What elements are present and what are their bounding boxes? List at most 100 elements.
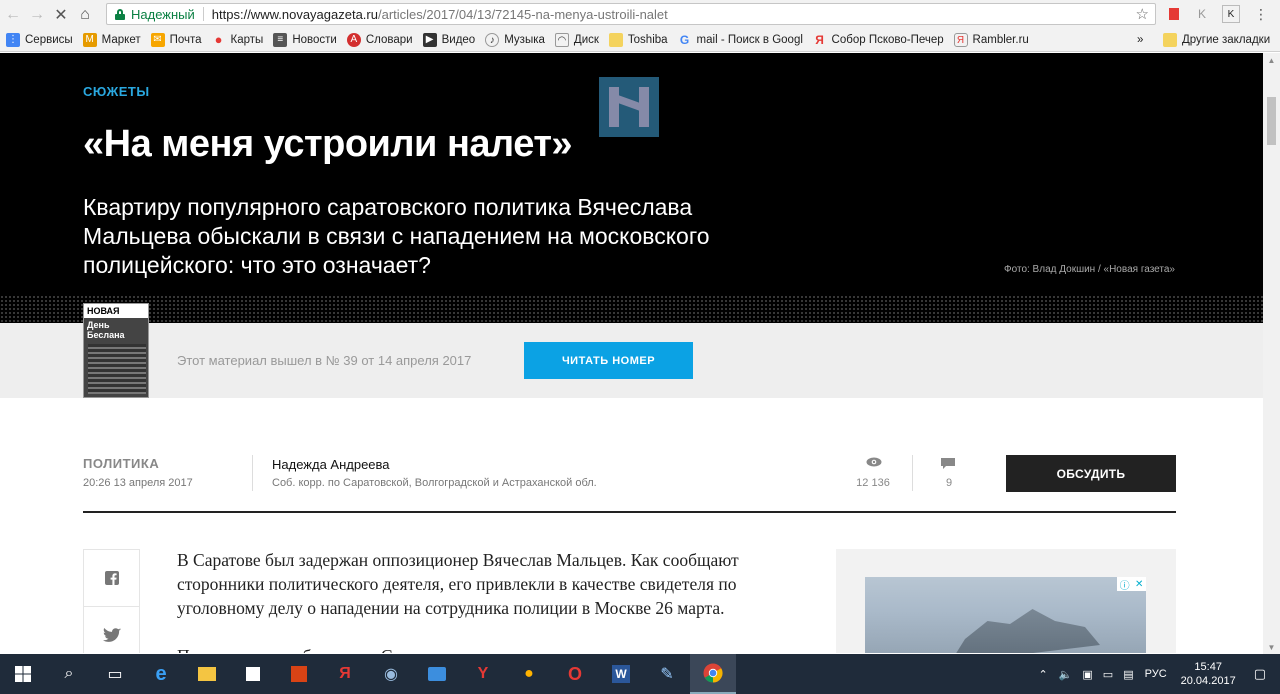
cover-masthead: НОВАЯ [84,304,148,318]
tray-app-icon[interactable]: ▣ [1082,668,1092,681]
market-icon: M [82,33,97,47]
bookmark-disk[interactable]: ◠ Диск [554,33,599,47]
stories-link[interactable]: СЮЖЕТЫ [83,84,150,99]
home-icon[interactable]: ⌂ [74,4,96,26]
article-body: В Саратове был задержан оппозиционер Вяч… [177,548,792,653]
tray-expand-icon[interactable]: ⌃ [1038,668,1047,681]
volume-icon[interactable]: 🔈 [1059,668,1073,681]
bookmark-services[interactable]: ⋮ Сервисы [6,33,73,47]
windows-taskbar: ⌕ ▭ e Я ◉ Y ● O W ✎ ⌃ 🔈 ▣ ▭ ▤ РУС 15:47 … [0,654,1280,694]
mail-icon: ✉ [150,33,165,47]
twitter-share-button[interactable] [84,607,139,653]
task-view-icon[interactable]: ▭ [92,654,138,694]
bookmark-toshiba[interactable]: Toshiba [608,33,668,47]
yandex-browser-icon[interactable]: Y [460,654,506,694]
bookmark-mail[interactable]: ✉ Почта [150,33,202,47]
omnibox-divider [202,7,204,21]
url-path: /articles/2017/04/13/72145-na-menya-ustr… [377,6,668,22]
media-player-icon[interactable] [276,654,322,694]
discuss-button[interactable]: ОБСУДИТЬ [1006,455,1176,492]
back-button[interactable]: ← [2,4,24,26]
bookmarks-overflow[interactable]: » [1137,34,1143,46]
share-panel [83,549,140,653]
yandex-taskbar-icon[interactable]: Я [322,654,368,694]
bookmark-news[interactable]: ≡ Новости [273,33,337,47]
cover-headline: День Беслана [87,320,125,340]
eye-icon [866,457,882,467]
k-square-extension-icon[interactable]: K [1222,5,1240,23]
scroll-down-icon[interactable]: ▼ [1263,640,1280,654]
bookmark-dictionaries[interactable]: A Словари [346,33,413,47]
folder-icon [1163,33,1177,47]
opera-icon[interactable]: O [552,654,598,694]
novaya-logo-icon[interactable] [599,77,659,137]
scroll-up-icon[interactable]: ▲ [1263,53,1280,67]
bookmark-star-icon[interactable]: ☆ [1136,5,1149,23]
system-tray: ⌃ 🔈 ▣ ▭ ▤ РУС 15:47 20.04.2017 ▢ [1032,654,1280,694]
issue-cover-image[interactable]: НОВАЯ День Беслана [83,303,149,398]
meta-divider [912,455,913,491]
page-viewport: СЮЖЕТЫ «На меня устроили налет» Квартиру… [0,53,1263,653]
windows-logo-icon [15,666,31,682]
menu-icon[interactable]: ⋮ [1252,5,1270,23]
dictionary-icon: A [346,33,361,47]
rambler-icon: Я [953,33,968,47]
adchoices-badge[interactable]: ⓘ ✕ [1117,577,1146,592]
meta-divider [252,455,253,491]
map-pin-icon: ● [214,32,223,47]
close-icon[interactable]: ✕ [1135,579,1143,590]
stop-icon[interactable]: ✕ [50,4,72,26]
flag-extension-icon[interactable] [1165,5,1183,23]
apps-grid-icon: ⋮ [6,33,20,47]
paint-icon[interactable]: ✎ [644,654,690,694]
clock[interactable]: 15:47 20.04.2017 [1181,660,1236,688]
file-explorer-icon[interactable] [184,654,230,694]
notifications-icon[interactable]: ▢ [1254,666,1266,682]
mail-taskbar-icon[interactable] [414,654,460,694]
word-icon[interactable]: W [598,654,644,694]
k-extension-icon[interactable]: K [1193,5,1211,23]
bookmark-maps[interactable]: ● Карты [212,33,264,47]
address-bar[interactable]: Надежный https://www.novayagazeta.ru/art… [106,3,1156,25]
search-icon[interactable]: ⌕ [46,654,92,694]
cover-photo [88,344,146,394]
page-scrollbar[interactable]: ▲ ▼ [1263,53,1280,654]
publish-date: 20:26 13 апреля 2017 [83,477,193,489]
facebook-share-button[interactable] [84,550,139,607]
article-title: «На меня устроили налет» [83,123,573,165]
read-issue-button[interactable]: ЧИТАТЬ НОМЕР [524,342,693,379]
odnoklassniki-icon[interactable]: ● [506,654,552,694]
issue-info: Этот материал вышел в № 39 от 14 апреля … [177,353,472,368]
store-icon[interactable] [230,654,276,694]
forward-button[interactable]: → [26,4,48,26]
bookmark-market[interactable]: M Маркет [82,33,141,47]
network-icon[interactable]: ▤ [1123,668,1133,681]
comment-icon[interactable] [941,458,955,469]
other-bookmarks[interactable]: Другие закладки [1163,33,1270,47]
views-count: 12 136 [856,477,890,489]
browser-sphere-icon[interactable]: ◉ [368,654,414,694]
bookmark-music[interactable]: ♪ Музыка [485,33,545,47]
bookmark-video[interactable]: ▶ Видео [422,33,475,47]
scroll-thumb[interactable] [1267,97,1276,145]
folder-icon [608,33,623,47]
author-role: Соб. корр. по Саратовской, Волгоградской… [272,477,597,489]
start-button[interactable] [0,654,46,694]
battery-icon[interactable]: ▭ [1103,668,1113,681]
paragraph: В Саратове был задержан оппозиционер Вяч… [177,550,739,618]
bookmark-sobor[interactable]: Я Собор Псково-Печер [813,33,943,47]
hero-dot-pattern [0,295,1263,323]
language-indicator[interactable]: РУС [1145,668,1167,680]
article-lead: Квартиру популярного саратовского полити… [83,194,710,278]
edge-icon[interactable]: e [138,654,184,694]
info-icon[interactable]: ⓘ [1120,577,1130,592]
author-name[interactable]: Надежда Андреева [272,457,390,472]
comments-count[interactable]: 9 [930,477,968,489]
bookmark-google-mail[interactable]: Gmail - Поиск в Googl [678,33,803,47]
meta-rule [83,511,1176,513]
rubric-link[interactable]: ПОЛИТИКА [83,456,159,471]
url-host: https://www.novayagazeta.ru [211,6,378,22]
article-hero: СЮЖЕТЫ «На меня устроили налет» Квартиру… [0,53,1263,323]
bookmark-rambler[interactable]: Я Rambler.ru [953,33,1029,47]
chrome-taskbar-icon[interactable] [690,654,736,694]
